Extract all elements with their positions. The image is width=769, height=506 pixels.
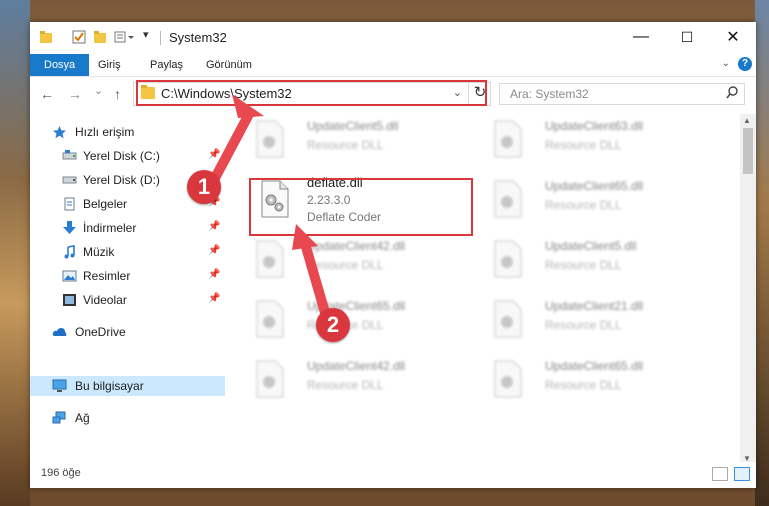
arrow-1-head bbox=[232, 94, 264, 118]
arrow-1 bbox=[209, 111, 253, 185]
arrow-2 bbox=[299, 235, 331, 321]
annotation-arrows bbox=[209, 94, 331, 321]
callout-badge-1: 1 bbox=[187, 170, 221, 204]
callout-badge-2: 2 bbox=[316, 308, 350, 342]
arrow-2-head bbox=[292, 224, 318, 250]
